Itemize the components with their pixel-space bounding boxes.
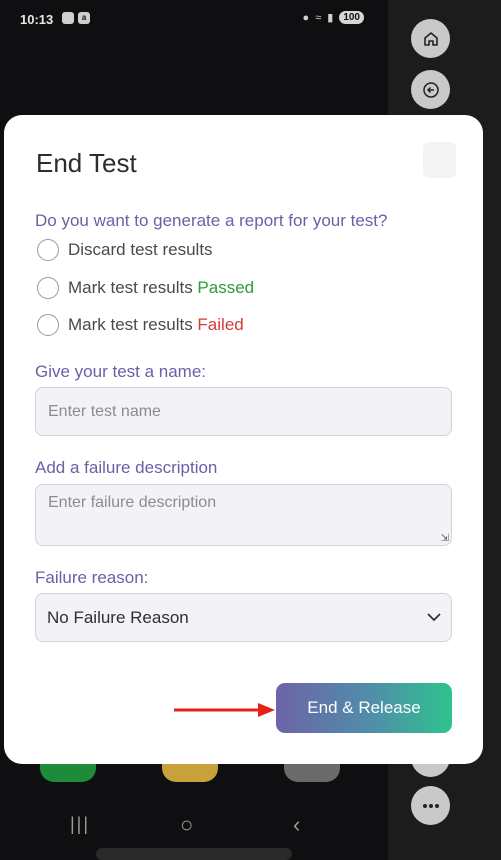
close-button[interactable] (423, 142, 456, 178)
radio-label: Mark test results Passed (68, 278, 255, 297)
location-icon: ● (302, 11, 310, 24)
failure-description-field[interactable]: ⇲ (35, 484, 452, 546)
radio-circle[interactable] (37, 314, 59, 336)
failure-reason-select[interactable]: No Failure Reason (35, 593, 452, 642)
resize-handle-icon[interactable]: ⇲ (441, 533, 449, 544)
recents-icon[interactable]: ||| (70, 814, 90, 835)
radio-label: Mark test results Failed (68, 315, 244, 334)
home-nav-icon[interactable]: ○ (180, 812, 193, 838)
failure-reason-value: No Failure Reason (47, 607, 189, 627)
back-nav-icon[interactable]: ‹ (293, 812, 300, 838)
notification-badge: a (78, 12, 90, 24)
wifi-icon: ≈ (315, 11, 322, 24)
app-icon (284, 762, 340, 782)
battery-icon: 100 (339, 11, 364, 24)
dialog-title: End Test (36, 148, 137, 178)
home-icon[interactable] (411, 19, 450, 58)
notification-icon (62, 12, 74, 24)
failed-status: Failed (197, 315, 244, 334)
failure-description-label: Add a failure description (35, 458, 218, 477)
status-time: 10:13 (20, 12, 54, 27)
passed-status: Passed (197, 278, 255, 297)
report-question-label: Do you want to generate a report for you… (35, 211, 388, 230)
end-release-button[interactable]: End & Release (276, 683, 452, 733)
failure-reason-label: Failure reason: (35, 568, 149, 587)
radio-mark-failed[interactable]: Mark test results Failed (37, 314, 244, 336)
red-arrow-annotation (174, 703, 275, 717)
radio-circle[interactable] (37, 239, 59, 261)
test-name-input[interactable] (48, 402, 451, 421)
radio-circle[interactable] (37, 277, 59, 299)
failure-description-input[interactable] (48, 494, 451, 530)
end-test-dialog: End Test Do you want to generate a repor… (4, 115, 483, 764)
radio-discard-results[interactable]: Discard test results (37, 239, 213, 261)
test-name-field[interactable] (35, 387, 452, 436)
home-gesture-pill (96, 848, 292, 860)
status-bar: 10:13 a ● ≈ ▮ 100 (0, 0, 388, 38)
radio-label: Discard test results (68, 240, 213, 259)
status-icons: ● ≈ ▮ 100 (303, 11, 364, 24)
signal-icon: ▮ (327, 12, 334, 24)
more-icon[interactable] (411, 786, 450, 825)
app-icon (40, 762, 96, 782)
radio-mark-passed[interactable]: Mark test results Passed (37, 277, 254, 299)
chevron-down-icon (417, 613, 451, 622)
app-icon (162, 762, 218, 782)
test-name-label: Give your test a name: (35, 362, 207, 381)
back-circle-icon[interactable] (411, 70, 450, 109)
